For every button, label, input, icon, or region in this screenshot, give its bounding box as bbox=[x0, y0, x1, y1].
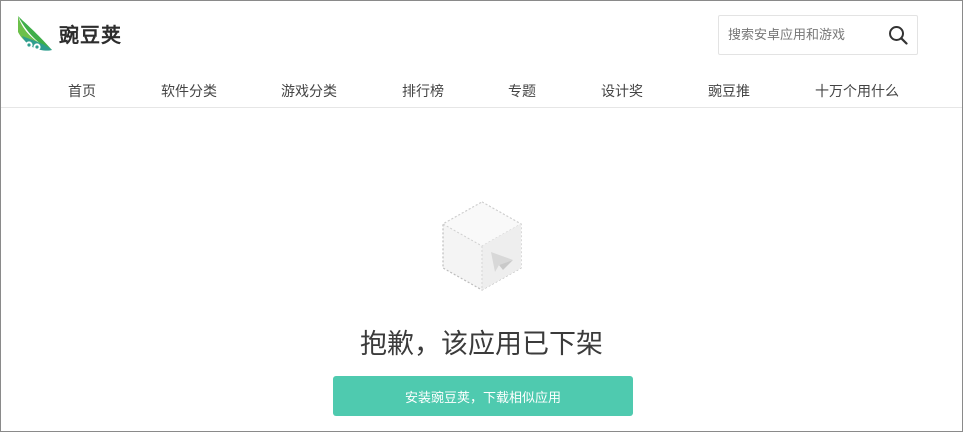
nav-item-design-award[interactable]: 设计奖 bbox=[601, 81, 643, 101]
search-button[interactable] bbox=[879, 16, 917, 54]
nav-item-rankings[interactable]: 排行榜 bbox=[402, 81, 444, 101]
main-nav: 首页 软件分类 游戏分类 排行榜 专题 设计奖 豌豆推 十万个用什么 bbox=[2, 75, 963, 109]
nav-item-topics[interactable]: 专题 bbox=[508, 81, 536, 101]
brand-name: 豌豆荚 bbox=[59, 22, 122, 47]
nav-item-home[interactable]: 首页 bbox=[68, 81, 96, 101]
nav-item-recommend[interactable]: 豌豆推 bbox=[708, 81, 750, 101]
nav-item-game-categories[interactable]: 游戏分类 bbox=[281, 81, 337, 101]
site-header: 豌豆荚 首页 软件分类 游戏分类 排行榜 专题 设计奖 豌豆推 十万个用什么 bbox=[1, 1, 962, 108]
nav-item-what-to-use[interactable]: 十万个用什么 bbox=[815, 81, 899, 101]
site-logo[interactable]: 豌豆荚 bbox=[16, 13, 122, 53]
search-box bbox=[718, 15, 918, 55]
pea-pod-logo-icon bbox=[18, 16, 52, 51]
install-wandoujia-button[interactable]: 安装豌豆荚，下载相似应用 bbox=[333, 376, 633, 416]
dotted-box-icon bbox=[441, 201, 523, 291]
search-input[interactable] bbox=[719, 16, 879, 54]
unavailable-message: 抱歉，该应用已下架 bbox=[360, 329, 603, 360]
search-icon bbox=[889, 26, 908, 45]
nav-item-app-categories[interactable]: 软件分类 bbox=[161, 81, 217, 101]
